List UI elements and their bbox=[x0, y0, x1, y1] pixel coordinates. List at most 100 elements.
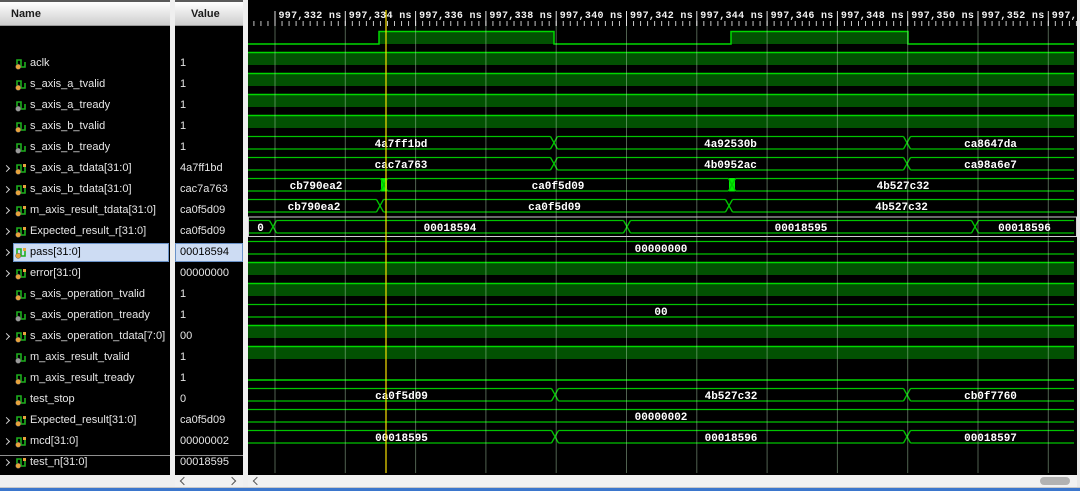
signal-value-15[interactable]: 1 bbox=[175, 368, 243, 389]
signal-row-Expected-result310[interactable]: Expected_result[31:0] bbox=[0, 410, 170, 431]
svg-text:00000002: 00000002 bbox=[635, 412, 688, 424]
svg-text:ca8647da: ca8647da bbox=[964, 139, 1017, 151]
signal-row-s-axis-a-tready[interactable]: s_axis_a_tready bbox=[0, 95, 170, 116]
signal-value-label: 1 bbox=[180, 284, 186, 305]
wave-scroll-left-icon[interactable] bbox=[253, 477, 261, 485]
signal-row-error310[interactable]: error[31:0] bbox=[0, 263, 170, 284]
signal-value-3[interactable]: 1 bbox=[175, 116, 243, 137]
svg-text:997,336 ns: 997,336 ns bbox=[419, 11, 482, 22]
signal-value-label: 1 bbox=[180, 74, 186, 95]
signal-row-s-axis-b-tdata310[interactable]: s_axis_b_tdata[31:0] bbox=[0, 179, 170, 200]
expand-chevron-icon[interactable] bbox=[3, 270, 10, 277]
signal-value-11[interactable]: 1 bbox=[175, 284, 243, 305]
expand-chevron-icon[interactable] bbox=[3, 459, 10, 466]
signal-name-label: s_axis_a_tvalid bbox=[30, 74, 105, 95]
signal-value-13[interactable]: 00 bbox=[175, 326, 243, 347]
signal-value-18[interactable]: 00000002 bbox=[175, 431, 243, 452]
svg-text:997,340 ns: 997,340 ns bbox=[560, 11, 623, 22]
expand-chevron-icon[interactable] bbox=[3, 417, 10, 424]
signal-value-19[interactable]: 00018595 bbox=[175, 452, 243, 473]
signal-value-label: 0 bbox=[180, 389, 186, 410]
signal-row-test-stop[interactable]: test_stop bbox=[0, 389, 170, 410]
signal-value-2[interactable]: 1 bbox=[175, 95, 243, 116]
signal-row-pass310[interactable]: pass[31:0] bbox=[0, 242, 170, 263]
svg-text:00018594: 00018594 bbox=[424, 223, 477, 235]
svg-text:ca98a6e7: ca98a6e7 bbox=[964, 160, 1017, 172]
signal-row-s-axis-a-tdata310[interactable]: s_axis_a_tdata[31:0] bbox=[0, 158, 170, 179]
svg-text:4b0952ac: 4b0952ac bbox=[704, 160, 757, 172]
signal-row-s-axis-b-tready[interactable]: s_axis_b_tready bbox=[0, 137, 170, 158]
expand-chevron-icon[interactable] bbox=[3, 228, 10, 235]
signal-row-s-axis-b-tvalid[interactable]: s_axis_b_tvalid bbox=[0, 116, 170, 137]
signal-name-label: test_n[31:0] bbox=[30, 452, 88, 473]
value-column-header[interactable]: Value bbox=[175, 0, 243, 26]
svg-text:4a92530b: 4a92530b bbox=[704, 139, 757, 151]
signal-value-17[interactable]: ca0f5d09 bbox=[175, 410, 243, 431]
value-scroll-left-icon[interactable] bbox=[180, 477, 188, 485]
signal-value-label: 1 bbox=[180, 53, 186, 74]
svg-text:997,3: 997,3 bbox=[1052, 11, 1077, 22]
wave-hscrollbar[interactable] bbox=[248, 475, 1077, 487]
expand-chevron-icon[interactable] bbox=[3, 165, 10, 172]
value-scroll-right-icon[interactable] bbox=[228, 477, 236, 485]
name-column-header[interactable]: Name bbox=[0, 0, 170, 26]
svg-text:997,332 ns: 997,332 ns bbox=[279, 11, 342, 22]
signal-value-label: 1 bbox=[180, 137, 186, 158]
expand-chevron-icon[interactable] bbox=[3, 333, 10, 340]
expand-chevron-icon[interactable] bbox=[3, 207, 10, 214]
signal-value-1[interactable]: 1 bbox=[175, 74, 243, 95]
signal-value-10[interactable]: 00000000 bbox=[175, 263, 243, 284]
svg-text:00018595: 00018595 bbox=[375, 433, 428, 445]
signal-row-s-axis-operation-tready[interactable]: s_axis_operation_tready bbox=[0, 305, 170, 326]
signal-value-12[interactable]: 1 bbox=[175, 305, 243, 326]
svg-text:4a7ff1bd: 4a7ff1bd bbox=[375, 139, 428, 151]
signal-row-test-n310[interactable]: test_n[31:0] bbox=[0, 452, 170, 473]
svg-text:cb790ea2: cb790ea2 bbox=[288, 202, 341, 214]
signal-value-5[interactable]: 4a7ff1bd bbox=[175, 158, 243, 179]
signal-name-label: m_axis_result_tdata[31:0] bbox=[30, 200, 156, 221]
signal-value-8[interactable]: ca0f5d09 bbox=[175, 221, 243, 242]
signal-name-label: aclk bbox=[30, 53, 50, 74]
signal-value-label: ca0f5d09 bbox=[180, 200, 225, 221]
signal-name-label: m_axis_result_tvalid bbox=[30, 347, 130, 368]
signal-row-s-axis-operation-tvalid[interactable]: s_axis_operation_tvalid bbox=[0, 284, 170, 305]
signal-row-s-axis-operation-tdata70[interactable]: s_axis_operation_tdata[7:0] bbox=[0, 326, 170, 347]
signal-value-14[interactable]: 1 bbox=[175, 347, 243, 368]
signal-value-0[interactable]: 1 bbox=[175, 53, 243, 74]
expand-chevron-icon[interactable] bbox=[3, 249, 10, 256]
signal-row-Expected-result-r310[interactable]: Expected_result_r[31:0] bbox=[0, 221, 170, 242]
signal-row-m-axis-result-tvalid[interactable]: m_axis_result_tvalid bbox=[0, 347, 170, 368]
signal-row-aclk[interactable]: aclk bbox=[0, 53, 170, 74]
signal-row-m-axis-result-tdata310[interactable]: m_axis_result_tdata[31:0] bbox=[0, 200, 170, 221]
signal-name-label: s_axis_b_tvalid bbox=[30, 116, 105, 137]
signal-value-6[interactable]: cac7a763 bbox=[175, 179, 243, 200]
signal-value-9[interactable]: 00018594 bbox=[175, 242, 243, 263]
signal-row-mcd310[interactable]: mcd[31:0] bbox=[0, 431, 170, 452]
bus-signal-icon bbox=[15, 456, 27, 475]
signal-name-label: s_axis_a_tdata[31:0] bbox=[30, 158, 132, 179]
expand-chevron-icon[interactable] bbox=[3, 438, 10, 445]
signal-value-7[interactable]: ca0f5d09 bbox=[175, 200, 243, 221]
signal-value-16[interactable]: 0 bbox=[175, 389, 243, 410]
signal-row-s-axis-a-tvalid[interactable]: s_axis_a_tvalid bbox=[0, 74, 170, 95]
signal-value-label: 00 bbox=[180, 326, 192, 347]
svg-text:997,352 ns: 997,352 ns bbox=[982, 11, 1045, 22]
signal-name-label: test_stop bbox=[30, 389, 75, 410]
value-column-title: Value bbox=[191, 8, 220, 20]
wave-scrollbar-thumb[interactable] bbox=[1040, 477, 1070, 485]
signal-name-label: Expected_result_r[31:0] bbox=[30, 221, 146, 242]
signal-value-label: 1 bbox=[180, 95, 186, 116]
signal-name-label: s_axis_b_tdata[31:0] bbox=[30, 179, 132, 200]
waveform-panel: 4a7ff1bd4a92530bca8647dacac7a7634b0952ac… bbox=[248, 0, 1077, 491]
signal-value-4[interactable]: 1 bbox=[175, 137, 243, 158]
expand-chevron-icon[interactable] bbox=[3, 186, 10, 193]
svg-text:997,346 ns: 997,346 ns bbox=[771, 11, 834, 22]
waveform-canvas[interactable]: 4a7ff1bd4a92530bca8647dacac7a7634b0952ac… bbox=[248, 0, 1077, 473]
signal-row-m-axis-result-tready[interactable]: m_axis_result_tready bbox=[0, 368, 170, 389]
signal-name-label: mcd[31:0] bbox=[30, 431, 78, 452]
waveform-viewer-window: Name aclks_axis_a_tvalids_axis_a_treadys… bbox=[0, 0, 1080, 491]
signal-value-label: 00018594 bbox=[180, 242, 229, 263]
svg-text:997,350 ns: 997,350 ns bbox=[911, 11, 974, 22]
signal-name-label: s_axis_operation_tvalid bbox=[30, 284, 145, 305]
value-hscrollbar[interactable] bbox=[175, 475, 243, 487]
